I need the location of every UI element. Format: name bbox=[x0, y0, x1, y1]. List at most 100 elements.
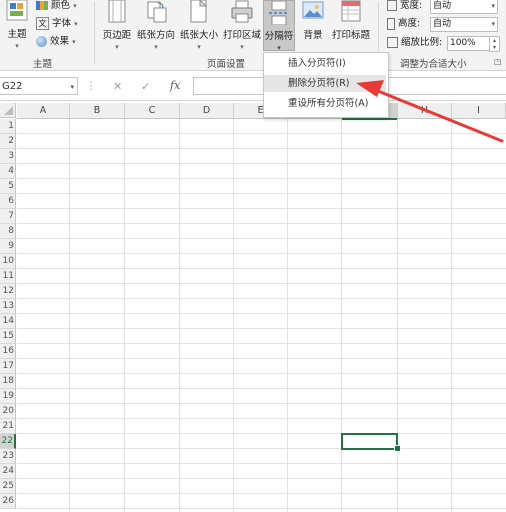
row-gridline bbox=[17, 448, 506, 449]
margins-icon bbox=[108, 0, 126, 23]
active-cell-selection[interactable] bbox=[341, 433, 398, 450]
row-gridline bbox=[17, 478, 506, 479]
print-area-button[interactable]: 打印区域 ▾ bbox=[221, 0, 263, 52]
scale-label: 缩放比例: bbox=[401, 37, 443, 48]
options-icon: ⋮ bbox=[86, 81, 96, 92]
background-button[interactable]: 背景 bbox=[297, 0, 329, 41]
chevron-down-icon: ▾ bbox=[74, 20, 78, 28]
column-gridline bbox=[69, 119, 70, 512]
row-gridline bbox=[17, 313, 506, 314]
chevron-down-icon: ▾ bbox=[277, 44, 281, 52]
row-header-9[interactable]: 9 bbox=[0, 239, 16, 254]
chevron-down-icon: ▾ bbox=[72, 38, 76, 46]
enter-icon[interactable]: ✓ bbox=[141, 80, 150, 93]
ribbon: 主题 ▾ 颜色 ▾ 文 字体 ▾ 效果 ▾ 主题 页边距 ▾ 纸张方向 ▾ 纸张… bbox=[0, 0, 506, 71]
row-header-24[interactable]: 24 bbox=[0, 464, 16, 479]
column-header-i[interactable]: I bbox=[452, 103, 506, 119]
width-icon bbox=[387, 0, 397, 11]
row-header-12[interactable]: 12 bbox=[0, 284, 16, 299]
row-header-18[interactable]: 18 bbox=[0, 374, 16, 389]
row-header-20[interactable]: 20 bbox=[0, 404, 16, 419]
row-gridline bbox=[17, 163, 506, 164]
background-label: 背景 bbox=[303, 30, 323, 41]
row-header-16[interactable]: 16 bbox=[0, 344, 16, 359]
row-header-11[interactable]: 11 bbox=[0, 269, 16, 284]
row-gridline bbox=[17, 493, 506, 494]
row-header-15[interactable]: 15 bbox=[0, 329, 16, 344]
column-header-d[interactable]: D bbox=[180, 103, 234, 119]
row-header-21[interactable]: 21 bbox=[0, 419, 16, 434]
row-header-2[interactable]: 2 bbox=[0, 134, 16, 149]
row-gridline bbox=[17, 418, 506, 419]
row-header-22[interactable]: 22 bbox=[0, 434, 16, 449]
chevron-down-icon: ▾ bbox=[240, 43, 244, 51]
fill-handle[interactable] bbox=[394, 445, 401, 452]
insert-function-icon[interactable]: fx bbox=[170, 79, 180, 92]
row-header-17[interactable]: 17 bbox=[0, 359, 16, 374]
row-gridline bbox=[17, 193, 506, 194]
menu-item-insert-page-break[interactable]: 插入分页符(I) bbox=[264, 55, 386, 72]
row-header-6[interactable]: 6 bbox=[0, 194, 16, 209]
cancel-icon[interactable]: ✕ bbox=[113, 80, 122, 93]
row-gridline bbox=[17, 148, 506, 149]
formula-bar: G22 ▾ ⋮ ✕ ✓ fx bbox=[0, 73, 506, 101]
chevron-down-icon: ▾ bbox=[491, 2, 495, 10]
row-header-1[interactable]: 1 bbox=[0, 119, 16, 134]
height-row: 高度: bbox=[387, 17, 420, 31]
row-header-4[interactable]: 4 bbox=[0, 164, 16, 179]
row-header-23[interactable]: 23 bbox=[0, 449, 16, 464]
row-header-13[interactable]: 13 bbox=[0, 299, 16, 314]
scale-spinner[interactable]: ▴ ▾ bbox=[489, 36, 500, 52]
row-header-25[interactable]: 25 bbox=[0, 479, 16, 494]
row-gridline bbox=[17, 328, 506, 329]
height-label: 高度: bbox=[398, 18, 421, 29]
chevron-down-icon: ▾ bbox=[154, 43, 158, 51]
menu-item-remove-page-break[interactable]: 删除分页符(R) bbox=[264, 75, 386, 92]
scale-value: 100% bbox=[450, 38, 476, 48]
colors-button[interactable]: 颜色 ▾ bbox=[36, 0, 77, 13]
colors-label: 颜色 bbox=[51, 0, 71, 11]
menu-item-reset-all-page-breaks[interactable]: 重设所有分页符(A) bbox=[264, 95, 386, 112]
print-titles-button[interactable]: 打印标题 bbox=[330, 0, 372, 41]
themes-button[interactable]: 主题 ▾ bbox=[2, 0, 32, 52]
column-header-h[interactable]: H bbox=[398, 103, 452, 119]
row-header-7[interactable]: 7 bbox=[0, 209, 16, 224]
column-gridline bbox=[341, 119, 342, 512]
breaks-button[interactable]: 分隔符 ▾ bbox=[263, 0, 295, 52]
width-select[interactable]: 自动 ▾ bbox=[430, 0, 498, 14]
column-header-c[interactable]: C bbox=[125, 103, 180, 119]
size-button[interactable]: 纸张大小 ▾ bbox=[178, 0, 220, 52]
orientation-button[interactable]: 纸张方向 ▾ bbox=[135, 0, 177, 52]
width-value: 自动 bbox=[433, 1, 452, 11]
chevron-down-icon: ▾ bbox=[73, 2, 77, 10]
row-header-3[interactable]: 3 bbox=[0, 149, 16, 164]
row-header-5[interactable]: 5 bbox=[0, 179, 16, 194]
breaks-label: 分隔符 bbox=[264, 31, 294, 42]
row-header-10[interactable]: 10 bbox=[0, 254, 16, 269]
name-box[interactable]: G22 ▾ bbox=[0, 77, 78, 95]
row-gridline bbox=[17, 298, 506, 299]
effects-button[interactable]: 效果 ▾ bbox=[36, 35, 76, 48]
scale-to-fit-group-label: 调整为合适大小 bbox=[400, 59, 467, 70]
margins-button[interactable]: 页边距 ▾ bbox=[100, 0, 134, 52]
cell-grid[interactable] bbox=[17, 119, 506, 512]
row-header-14[interactable]: 14 bbox=[0, 314, 16, 329]
row-gridline bbox=[17, 433, 506, 434]
row-header-19[interactable]: 19 bbox=[0, 389, 16, 404]
column-header-b[interactable]: B bbox=[70, 103, 125, 119]
themes-icon bbox=[6, 0, 28, 21]
dialog-launcher-icon[interactable]: ◳ bbox=[494, 57, 502, 66]
scale-input[interactable]: 100% bbox=[447, 36, 491, 51]
row-header-8[interactable]: 8 bbox=[0, 224, 16, 239]
row-header-26[interactable]: 26 bbox=[0, 494, 16, 509]
print-titles-label: 打印标题 bbox=[331, 30, 370, 41]
row-gridline bbox=[17, 283, 506, 284]
row-gridline bbox=[17, 463, 506, 464]
height-icon bbox=[387, 17, 395, 30]
fonts-button[interactable]: 文 字体 ▾ bbox=[36, 17, 78, 30]
column-header-a[interactable]: A bbox=[17, 103, 70, 119]
height-select[interactable]: 自动 ▾ bbox=[430, 17, 498, 32]
select-all-corner[interactable] bbox=[0, 103, 16, 118]
menu-item-label: 插入分页符(I) bbox=[288, 58, 346, 69]
row-gridline bbox=[17, 388, 506, 389]
